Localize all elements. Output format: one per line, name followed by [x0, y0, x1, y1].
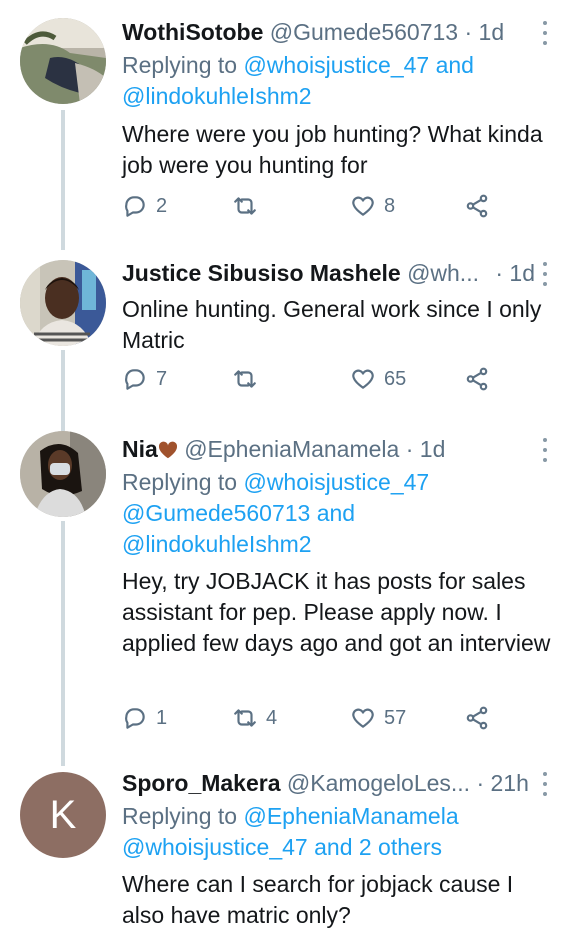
retweet-icon [234, 709, 256, 727]
reply-button[interactable]: 7 [122, 366, 167, 392]
tweet-text: Online hunting. General work since I onl… [122, 296, 542, 353]
more-vertical-icon[interactable] [542, 21, 548, 45]
more-vertical-icon[interactable] [542, 772, 548, 796]
tweet-text: Where can I search for jobjack cause I a… [122, 871, 514, 928]
timestamp[interactable]: · 1d [464, 19, 504, 45]
author-handle[interactable]: @wh... [407, 260, 479, 286]
reply-icon [125, 708, 145, 729]
brown-heart-emoji [158, 441, 177, 459]
heart-icon [352, 369, 374, 389]
mention-link[interactable]: @lindokuhleIshm2 [122, 83, 312, 109]
tweet-header: WothiSotobe @Gumede560713 · 1d [122, 17, 558, 47]
retweet-count: 4 [266, 706, 278, 729]
like-count: 65 [384, 367, 407, 390]
share-icon [466, 194, 488, 218]
replying-to-label: Replying to [122, 803, 238, 829]
retweet-button[interactable]: 4 [232, 705, 277, 731]
retweet-button[interactable] [232, 193, 266, 219]
share-button[interactable] [464, 366, 490, 392]
action-bar: 1 4 57 [122, 705, 502, 735]
avatar[interactable] [20, 260, 106, 346]
replying-to: Replying to @whoisjustice_47 @Gumede5607… [122, 467, 558, 560]
share-icon [466, 367, 488, 391]
retweet-icon [234, 370, 256, 388]
more-vertical-icon[interactable] [542, 438, 548, 462]
reply-count: 1 [156, 706, 168, 729]
timestamp[interactable]: · 1d [495, 260, 535, 286]
mention-link[interactable]: @EpheniaManamela [243, 803, 458, 829]
reply-button[interactable]: 2 [122, 193, 167, 219]
replying-to-label: Replying to [122, 52, 238, 78]
like-count: 57 [384, 706, 407, 729]
tweet-header: Nia @EpheniaManamela · 1d [122, 434, 558, 464]
tweet-text: Where were you job hunting? What kinda j… [122, 121, 543, 178]
share-button[interactable] [464, 193, 490, 219]
thread-line [61, 110, 65, 250]
mention-link[interactable]: @whoisjustice_47 and [243, 52, 473, 78]
author-name[interactable]: Sporo_Makera [122, 770, 281, 796]
like-button[interactable]: 57 [350, 705, 406, 731]
reply-button[interactable]: 1 [122, 705, 167, 731]
author-name[interactable]: WothiSotobe [122, 19, 263, 45]
timestamp[interactable]: · 21h [476, 770, 528, 796]
author-name[interactable]: Nia [122, 436, 158, 462]
more-vertical-icon[interactable] [542, 262, 548, 286]
thread-line [61, 521, 65, 766]
action-bar: 2 8 [122, 193, 502, 223]
timestamp[interactable]: · 1d [406, 436, 446, 462]
reply-count: 7 [156, 367, 168, 390]
author-handle[interactable]: @EpheniaManamela [184, 436, 399, 462]
retweet-button[interactable] [232, 366, 266, 392]
author-name[interactable]: Justice Sibusiso Mashele [122, 260, 401, 286]
heart-icon [352, 708, 374, 728]
like-button[interactable]: 65 [350, 366, 406, 392]
avatar-letter: K [49, 792, 77, 837]
like-button[interactable]: 8 [350, 193, 395, 219]
tweet-header: Sporo_Makera @KamogeloLes... · 21h [122, 768, 558, 798]
replying-to: Replying to @whoisjustice_47 and @lindok… [122, 50, 558, 112]
avatar[interactable]: K [20, 772, 106, 858]
replying-to-label: Replying to [122, 469, 238, 495]
avatar[interactable] [20, 431, 106, 517]
tweet-text: Hey, try JOBJACK it has posts for sales … [122, 568, 551, 656]
avatar[interactable] [20, 18, 106, 104]
reply-icon [125, 196, 145, 217]
mention-link[interactable]: @lindokuhleIshm2 [122, 531, 312, 557]
tweet-header: Justice Sibusiso Mashele @wh... · 1d [122, 258, 558, 288]
share-button[interactable] [464, 705, 490, 731]
mention-link[interactable]: @whoisjustice_47 and 2 others [122, 834, 442, 860]
author-handle[interactable]: @KamogeloLes... [287, 770, 470, 796]
like-count: 8 [384, 194, 396, 217]
retweet-icon [234, 197, 256, 215]
mention-link[interactable]: @Gumede560713 and [122, 500, 355, 526]
reply-icon [125, 369, 145, 390]
author-handle[interactable]: @Gumede560713 [270, 19, 458, 45]
action-bar: 7 65 [122, 366, 502, 396]
reply-count: 2 [156, 194, 168, 217]
replying-to: Replying to @EpheniaManamela @whoisjusti… [122, 801, 558, 863]
heart-icon [352, 196, 374, 216]
mention-link[interactable]: @whoisjustice_47 [243, 469, 429, 495]
share-icon [466, 706, 488, 730]
